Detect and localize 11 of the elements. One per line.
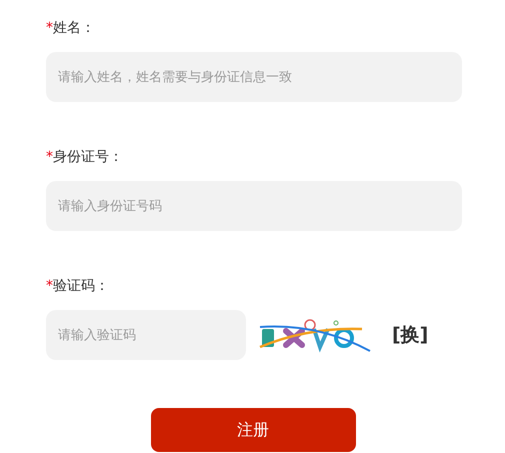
refresh-link[interactable]: [换] bbox=[392, 322, 428, 348]
field-label: 姓名： bbox=[53, 19, 95, 37]
register-button[interactable]: 注册 bbox=[150, 408, 356, 452]
captcha-field[interactable]: 请输入验证码 bbox=[46, 310, 246, 360]
required-mark: * bbox=[46, 278, 53, 294]
input-field[interactable]: 请输入身份证号码 bbox=[46, 181, 462, 231]
required-mark: * bbox=[46, 20, 53, 36]
input-field[interactable]: 请输入姓名，姓名需要与身份证信息一致 bbox=[46, 52, 462, 102]
field-label: 验证码： bbox=[53, 277, 109, 295]
field-label: 身份证号： bbox=[53, 148, 123, 166]
required-mark: * bbox=[46, 149, 53, 165]
